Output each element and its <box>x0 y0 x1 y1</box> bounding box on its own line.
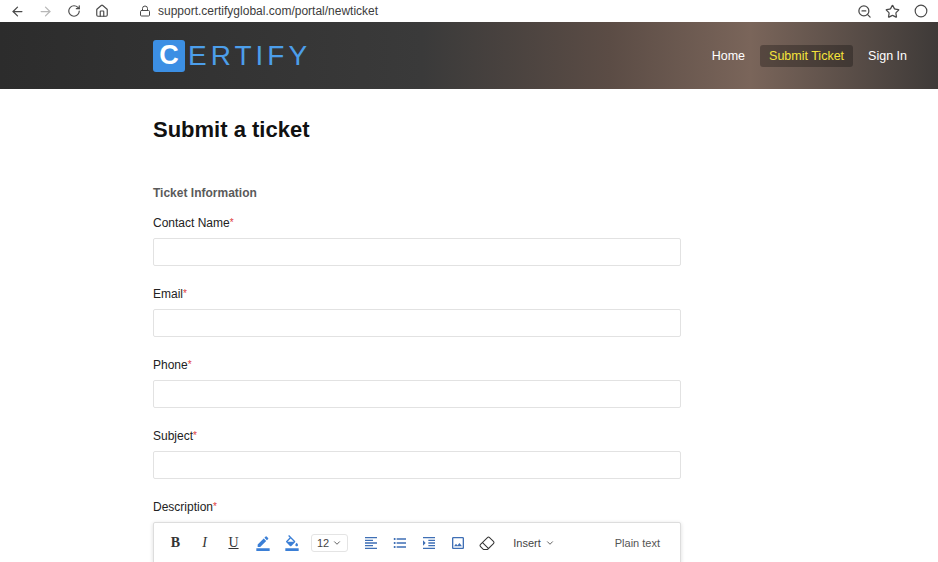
required-mark: * <box>183 288 187 299</box>
reload-icon <box>67 4 81 18</box>
image-icon <box>450 535 466 551</box>
form-field: Email* <box>153 287 681 337</box>
field-label: Description* <box>153 500 681 514</box>
browser-nav <box>10 4 109 19</box>
star-icon <box>885 4 900 19</box>
required-mark: * <box>193 430 197 441</box>
text-input[interactable] <box>153 380 681 408</box>
home-button[interactable] <box>94 4 109 19</box>
nav-item[interactable]: Sign In <box>859 45 916 67</box>
indent-icon <box>421 535 437 551</box>
text-input[interactable] <box>153 309 681 337</box>
align-left-icon <box>363 535 379 551</box>
arrow-right-icon <box>38 4 53 19</box>
browser-toolbar: support.certifyglobal.com/portal/newtick… <box>0 0 938 22</box>
profile-circle-icon <box>914 4 928 18</box>
plain-text-toggle[interactable]: Plain text <box>615 535 660 551</box>
required-mark: * <box>188 359 192 370</box>
form-field: Contact Name* <box>153 216 681 266</box>
field-label: Subject* <box>153 429 681 443</box>
bullet-list-icon <box>392 535 408 551</box>
ticket-form: Submit a ticket Ticket Information Contact… <box>0 89 938 562</box>
toolbar-button[interactable] <box>443 531 472 555</box>
required-mark: * <box>230 217 234 228</box>
rich-text-editor[interactable]: BIU 12 Insert Plain text <box>153 522 681 562</box>
toolbar-button[interactable] <box>356 531 385 555</box>
site-header: CERTIFY Home Submit Ticket Sign In <box>0 22 938 89</box>
toolbar-button[interactable] <box>385 531 414 555</box>
forward-button[interactable] <box>38 4 53 19</box>
fill-bucket-icon <box>284 535 300 551</box>
browser-actions <box>857 4 928 19</box>
underline-button[interactable]: U <box>219 531 248 555</box>
field-label: Email* <box>153 287 681 301</box>
highlight-pen-icon <box>255 535 271 551</box>
section-label: Ticket Information <box>153 186 938 200</box>
arrow-left-icon <box>10 4 25 19</box>
editor-toolbar: BIU 12 Insert Plain text <box>154 523 680 562</box>
italic-button[interactable]: I <box>190 531 219 555</box>
field-list: Contact Name* Email* Phone* Subject* Descrip… <box>153 216 681 562</box>
bookmark-button[interactable] <box>885 4 900 19</box>
profile-button[interactable] <box>913 4 928 19</box>
bold-button[interactable]: B <box>161 531 190 555</box>
toolbar-button[interactable] <box>277 531 306 555</box>
text-input[interactable] <box>153 238 681 266</box>
eraser-icon <box>479 535 495 551</box>
field-label: Phone* <box>153 358 681 372</box>
nav-item[interactable]: Submit Ticket <box>760 45 853 67</box>
page-title: Submit a ticket <box>153 117 938 143</box>
page: support.certifyglobal.com/portal/newtick… <box>0 0 938 562</box>
text-input[interactable] <box>153 451 681 479</box>
form-field: Phone* <box>153 358 681 408</box>
lock-button[interactable] <box>137 4 152 19</box>
logo-text: ERTIFY <box>188 42 311 70</box>
field-label: Contact Name* <box>153 216 681 230</box>
main-nav: Home Submit Ticket Sign In <box>703 45 916 67</box>
logo[interactable]: CERTIFY <box>153 40 311 72</box>
lock-icon <box>139 5 151 17</box>
toolbar-button[interactable] <box>472 531 501 555</box>
reload-button[interactable] <box>66 4 81 19</box>
url-text[interactable]: support.certifyglobal.com/portal/newtick… <box>158 4 378 18</box>
caret-down-icon <box>332 538 342 548</box>
form-field: Subject* <box>153 429 681 479</box>
zoom-button[interactable] <box>857 4 872 19</box>
description-field: Description* BIU 12 Insert Plain text <box>153 500 681 562</box>
toolbar-button[interactable] <box>414 531 443 555</box>
toolbar-button[interactable] <box>248 531 277 555</box>
required-mark: * <box>213 501 217 512</box>
address-bar[interactable]: support.certifyglobal.com/portal/newtick… <box>137 4 378 19</box>
logo-mark: C <box>153 40 185 72</box>
zoom-out-icon <box>857 4 872 19</box>
font-size-dropdown[interactable]: 12 <box>311 534 348 552</box>
insert-menu[interactable]: Insert <box>513 535 555 551</box>
house-icon <box>95 4 109 18</box>
caret-down-icon <box>545 538 555 548</box>
back-button[interactable] <box>10 4 25 19</box>
nav-item[interactable]: Home <box>703 45 754 67</box>
